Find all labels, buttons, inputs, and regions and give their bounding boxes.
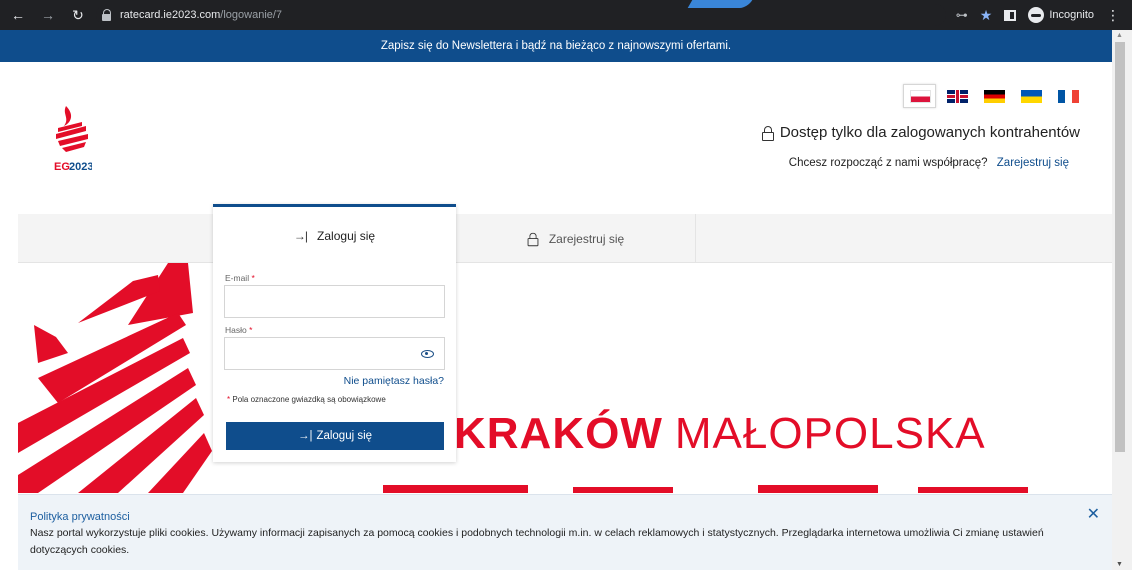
incognito-badge[interactable]: Incognito [1028, 7, 1094, 23]
show-password-eye-icon[interactable] [421, 350, 434, 358]
submit-arrow-icon: →| [297, 430, 313, 442]
cookie-banner: Polityka prywatności Nasz portal wykorzy… [18, 494, 1112, 570]
forgot-password-link[interactable]: Nie pamiętasz hasła? [344, 375, 444, 387]
register-link[interactable]: Zarejestruj się [997, 157, 1069, 169]
svg-text:EG: EG [54, 161, 70, 173]
email-input[interactable] [225, 286, 444, 317]
eg2023-logo[interactable]: EG 2023 [52, 104, 92, 174]
cookie-text: Nasz portal wykorzystuje pliki cookies. … [30, 527, 1044, 556]
svg-text:2023: 2023 [69, 161, 92, 173]
required-fields-note: * Pola oznaczone gwiazdką są obowiązkowe [227, 395, 386, 404]
lock-icon [761, 125, 774, 141]
cooperation-prompt: Chcesz rozpocząć z nami współpracę? Zare… [789, 157, 1069, 169]
scrollbar-thumb[interactable] [1115, 42, 1125, 452]
lang-flag-ua[interactable] [1014, 84, 1047, 108]
close-icon[interactable]: ✕ [1087, 507, 1100, 523]
access-text: Dostęp tylko dla zalogowanych kontrahent… [779, 124, 1080, 141]
browser-menu-icon[interactable]: ⋮ [1106, 7, 1120, 24]
email-label: E-mail * [225, 273, 255, 283]
scroll-down-arrow-icon[interactable]: ▼ [1116, 561, 1123, 568]
language-switcher [903, 84, 1084, 108]
forward-arrow-icon[interactable]: → [40, 7, 56, 23]
key-icon[interactable]: ⊶ [956, 8, 968, 22]
france-flag-icon [1058, 90, 1079, 103]
url-host: ratecard.ie2023.com [120, 9, 221, 21]
hero-wordmark: KRAKÓW MAŁOPOLSKA [454, 412, 986, 456]
password-input[interactable] [225, 338, 444, 369]
tab-register-label: Zarejestruj się [548, 231, 625, 246]
note-required-mark: * [227, 395, 231, 404]
register-lock-icon [527, 232, 539, 246]
tab-login-label: Zaloguj się [317, 229, 376, 243]
ukraine-flag-icon [1021, 90, 1042, 103]
url-path: /logowanie/7 [220, 9, 283, 21]
lang-flag-de[interactable] [977, 84, 1010, 108]
side-panel-icon[interactable] [1004, 9, 1017, 21]
back-arrow-icon[interactable]: ← [10, 7, 26, 23]
browser-nav: ← → ↻ [0, 7, 86, 24]
reload-icon[interactable]: ↻ [70, 7, 86, 24]
login-submit-label: Zaloguj się [316, 430, 373, 442]
lang-flag-fr[interactable] [1051, 84, 1084, 108]
newsletter-bar[interactable]: Zapisz się do Newslettera i bądź na bież… [0, 30, 1112, 62]
decorative-stroke [687, 0, 753, 8]
hero-graphic [18, 263, 1028, 493]
scroll-up-arrow-icon[interactable]: ▲ [1116, 32, 1123, 39]
newsletter-text: Zapisz się do Newslettera i bądź na bież… [380, 40, 732, 52]
password-label: Hasło * [225, 325, 252, 335]
login-submit-button[interactable]: →| Zaloguj się [226, 422, 444, 450]
email-required-mark: * [251, 273, 255, 283]
browser-toolbar: ← → ↻ ratecard.ie2023.com/logowanie/7 ⊶ … [0, 0, 1132, 30]
incognito-label: Incognito [1049, 9, 1094, 21]
incognito-icon [1028, 7, 1045, 23]
poland-flag-icon [910, 90, 931, 103]
uk-flag-icon [947, 90, 968, 103]
required-note-text: Pola oznaczone gwiazdką są obowiązkowe [232, 395, 386, 404]
hero-text-malopolska: MAŁOPOLSKA [674, 409, 986, 458]
tab-login[interactable]: →| Zaloguj się [213, 207, 456, 265]
lang-flag-pl[interactable] [903, 84, 936, 108]
login-arrow-icon: →| [293, 229, 308, 243]
email-field[interactable] [224, 285, 445, 318]
lang-flag-en[interactable] [940, 84, 973, 108]
address-bar[interactable]: ratecard.ie2023.com/logowanie/7 [96, 4, 946, 26]
germany-flag-icon [984, 90, 1005, 103]
page-scrollbar[interactable]: ▲ ▼ [1112, 30, 1132, 570]
password-required-mark: * [249, 325, 253, 335]
site-lock-icon[interactable] [100, 9, 114, 21]
cookie-title: Polityka prywatności [30, 511, 130, 523]
browser-actions: ⊶ ★ Incognito ⋮ [956, 7, 1132, 24]
email-label-text: E-mail [225, 273, 250, 283]
password-field[interactable] [224, 337, 445, 370]
coop-question: Chcesz rozpocząć z nami współpracę? [788, 157, 988, 169]
bookmark-star-icon[interactable]: ★ [980, 7, 993, 24]
hero-text-krakow: KRAKÓW [454, 409, 663, 458]
password-label-text: Hasło [225, 325, 247, 335]
tab-register[interactable]: Zarejestruj się [456, 214, 696, 263]
login-card: →| Zaloguj się E-mail * Hasło * Nie pami… [213, 204, 456, 462]
access-notice: Dostęp tylko dla zalogowanych kontrahent… [761, 124, 1080, 141]
